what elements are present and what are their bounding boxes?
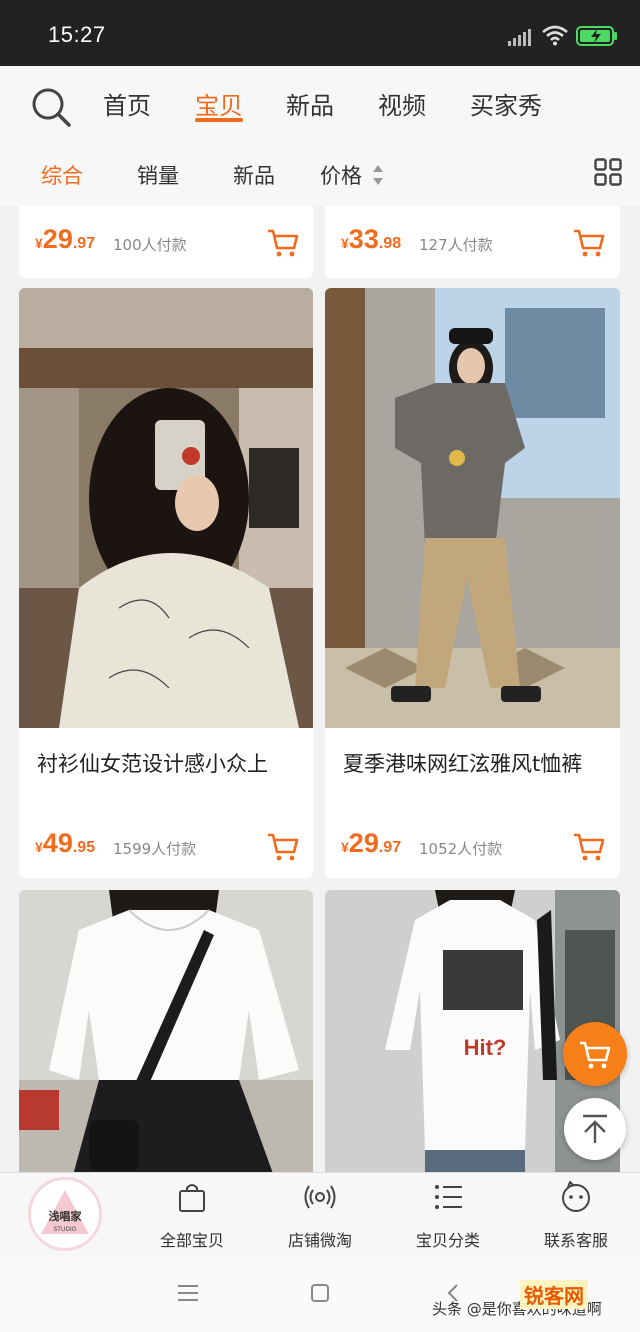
home-square-icon[interactable]: [311, 1284, 329, 1302]
tab-home[interactable]: 首页: [103, 86, 151, 121]
status-bar: 15:27: [0, 0, 640, 66]
shop-logo-sub: STUDIO: [53, 1226, 77, 1233]
shop-logo-name: 浅唱家: [48, 1210, 82, 1223]
product-card[interactable]: [19, 890, 313, 1172]
tab-new[interactable]: 新品: [286, 86, 334, 121]
product-title[interactable]: 衬衫仙女范设计感小众上: [37, 748, 309, 778]
battery-icon: [576, 26, 617, 46]
search-icon[interactable]: [30, 86, 72, 128]
cart-icon[interactable]: [267, 228, 299, 258]
wifi-icon: [542, 25, 568, 46]
list-icon: [435, 1185, 462, 1209]
product-card[interactable]: ¥29.97 100人付款: [19, 206, 313, 278]
categories-button[interactable]: 宝贝分类: [384, 1173, 512, 1257]
tab-items[interactable]: 宝贝: [195, 86, 243, 121]
shop-bar-label: 全部宝贝: [159, 1231, 224, 1250]
arrow-up-icon: [583, 1114, 607, 1143]
product-title[interactable]: 夏季港味网红泫雅风t恤裤: [343, 748, 615, 778]
shop-bar-label: 联系客服: [543, 1231, 608, 1250]
product-paid-count: 1599人付款: [113, 840, 197, 858]
sort-bar: 综合 销量 新品 价格: [0, 138, 640, 206]
product-paid-count: 100人付款: [113, 236, 187, 254]
product-paid-count: 127人付款: [419, 236, 493, 254]
broadcast-icon: [304, 1185, 336, 1209]
cart-icon[interactable]: [573, 832, 605, 862]
chat-face-icon: [562, 1181, 590, 1212]
shop-logo[interactable]: 浅唱家 STUDIO: [28, 1177, 102, 1251]
sort-arrows-icon: [373, 165, 383, 185]
active-tab-indicator: [195, 118, 243, 122]
grid-view-icon[interactable]: [594, 158, 622, 186]
product-image[interactable]: [19, 288, 313, 728]
bag-icon: [179, 1184, 205, 1212]
product-price: ¥49.95: [35, 828, 96, 858]
product-card[interactable]: 衬衫仙女范设计感小众上 ¥49.95 1599人付款: [19, 288, 313, 878]
product-price: ¥29.97: [35, 224, 96, 254]
sort-new[interactable]: 新品: [233, 160, 275, 190]
product-image[interactable]: [325, 288, 620, 728]
product-image[interactable]: [19, 890, 313, 1172]
sort-sales[interactable]: 销量: [137, 160, 179, 190]
top-nav: 首页 宝贝 新品 视频 买家秀: [0, 66, 640, 138]
product-paid-count: 1052人付款: [419, 840, 503, 858]
tab-buyer-show[interactable]: 买家秀: [470, 86, 542, 121]
cart-icon: [580, 1041, 611, 1069]
cart-icon[interactable]: [267, 832, 299, 862]
menu-icon[interactable]: [178, 1284, 198, 1302]
product-grid: ¥29.97 100人付款 ¥33.98 127人付款 衬衫仙女范设计感小众上 …: [0, 206, 640, 1172]
product-card[interactable]: 夏季港味网红泫雅风t恤裤 ¥29.97 1052人付款: [325, 288, 620, 878]
tab-video[interactable]: 视频: [378, 86, 426, 121]
signal-icon: [508, 29, 531, 46]
floating-cart-button[interactable]: [563, 1022, 627, 1086]
contact-service-button[interactable]: 联系客服: [512, 1173, 640, 1257]
status-time: 15:27: [48, 22, 106, 47]
shop-feed-button[interactable]: 店铺微淘: [256, 1173, 384, 1257]
product-price: ¥33.98: [341, 224, 402, 254]
cart-icon[interactable]: [573, 228, 605, 258]
sort-comprehensive[interactable]: 综合: [41, 160, 83, 190]
shop-bar: 浅唱家 STUDIO 全部宝贝 店铺微淘 宝贝分类 联系客服: [0, 1172, 640, 1256]
watermark-brand: 锐客网: [520, 1280, 588, 1309]
product-price: ¥29.97: [341, 828, 402, 858]
shop-bar-label: 宝贝分类: [415, 1231, 480, 1250]
svg-text:Hit?: Hit?: [464, 1035, 507, 1060]
shop-bar-label: 店铺微淘: [287, 1231, 352, 1250]
back-to-top-button[interactable]: [564, 1098, 626, 1160]
sort-price[interactable]: 价格: [320, 160, 362, 190]
product-card[interactable]: ¥33.98 127人付款: [325, 206, 620, 278]
all-items-button[interactable]: 全部宝贝: [128, 1173, 256, 1257]
